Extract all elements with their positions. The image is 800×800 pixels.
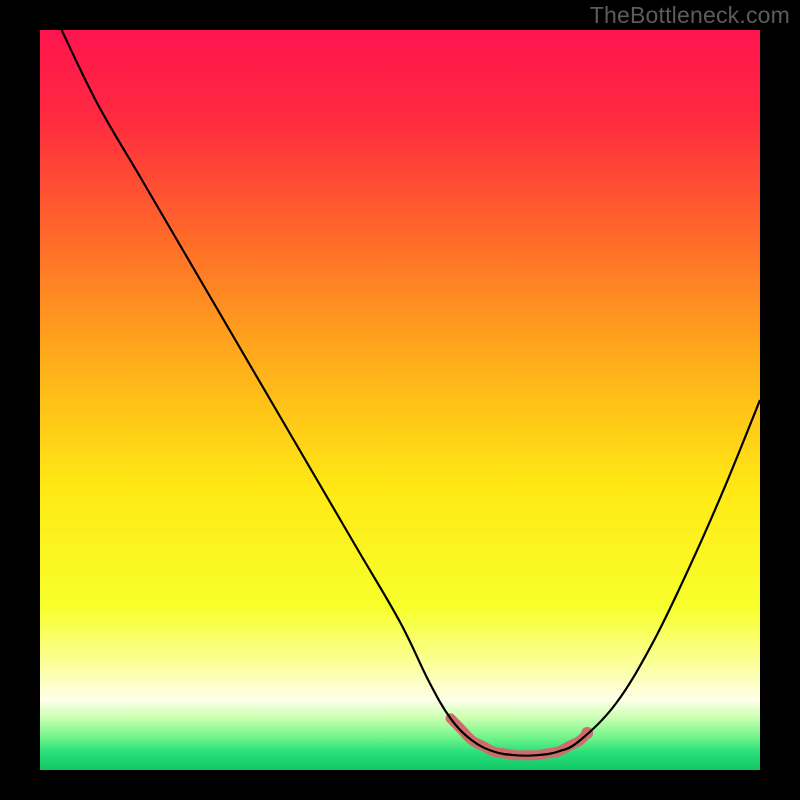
plot-area — [40, 30, 760, 770]
bottleneck-curve — [62, 30, 760, 756]
curve-overlay — [40, 30, 760, 770]
chart-frame: TheBottleneck.com — [0, 0, 800, 800]
watermark-text: TheBottleneck.com — [590, 2, 790, 29]
